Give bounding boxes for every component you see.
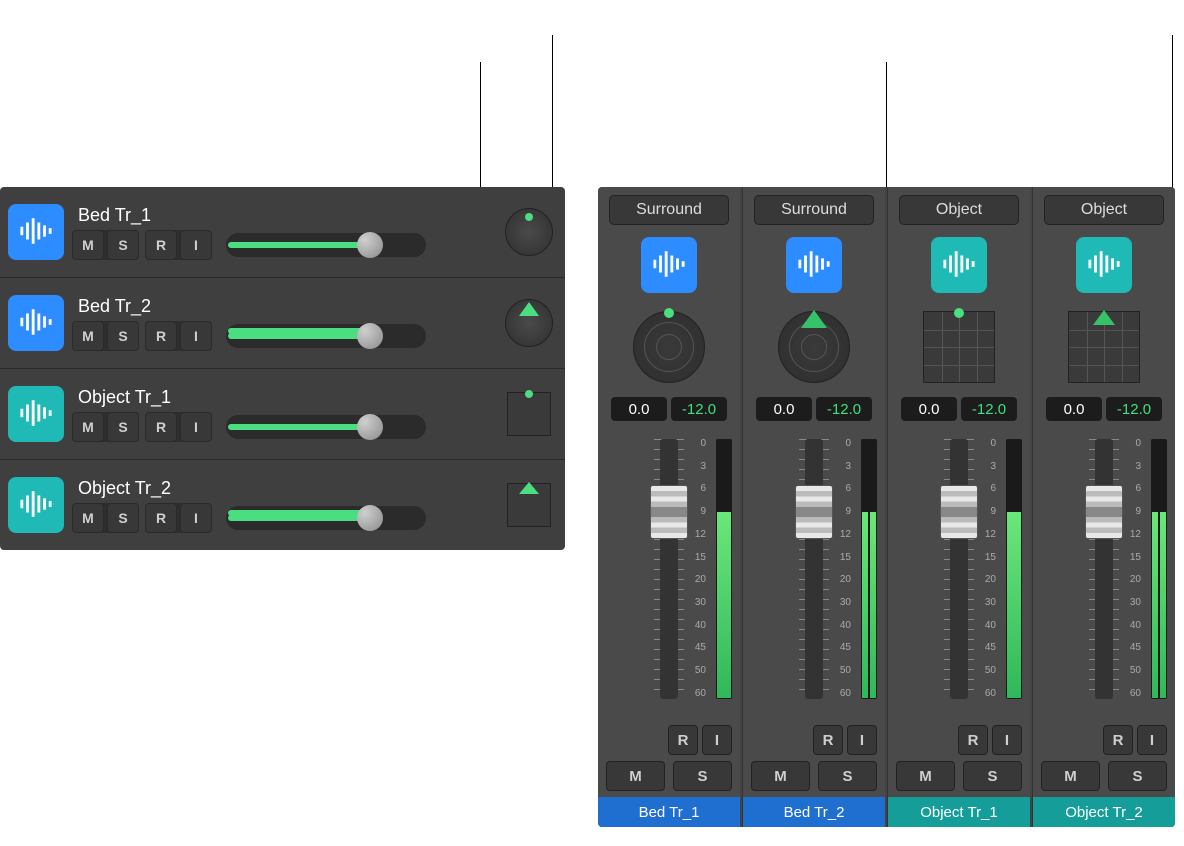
pan-control[interactable] (501, 204, 557, 260)
level-meter (1151, 439, 1167, 699)
input-monitor-button[interactable]: I (180, 230, 212, 260)
solo-button[interactable]: S (107, 503, 139, 533)
mute-button[interactable]: M (72, 412, 104, 442)
peak-readout[interactable]: -12.0 (1106, 397, 1162, 421)
input-monitor-button[interactable]: I (180, 412, 212, 442)
track-name-label[interactable]: Bed Tr_2 (72, 296, 495, 317)
track-name-label[interactable]: Object Tr_1 (72, 387, 495, 408)
mute-button[interactable]: M (72, 230, 104, 260)
pan-control[interactable] (501, 386, 557, 442)
db-scale: 03691215203040455060 (985, 439, 996, 699)
track-name-label[interactable]: Bed Tr_1 (72, 205, 495, 226)
record-enable-button[interactable]: R (958, 725, 988, 755)
output-mode-button[interactable]: Surround (754, 195, 874, 225)
input-monitor-button[interactable]: I (702, 725, 732, 755)
solo-button[interactable]: S (963, 761, 1022, 791)
volume-slider[interactable] (226, 506, 426, 530)
input-monitor-button[interactable]: I (992, 725, 1022, 755)
channel-strip: Surround 0.0 -12.0 03691215203040455060 … (598, 187, 740, 827)
track-row[interactable]: Bed Tr_2 MS RI (0, 278, 565, 369)
solo-button[interactable]: S (107, 412, 139, 442)
mute-button[interactable]: M (896, 761, 955, 791)
record-enable-button[interactable]: R (813, 725, 843, 755)
level-meter (1006, 439, 1022, 699)
audio-track-icon (8, 386, 64, 442)
channel-strip: Surround 0.0 -12.0 03691215203040455060 … (742, 187, 885, 827)
pan-control[interactable] (501, 477, 557, 533)
track-row[interactable]: Object Tr_1 MS RI (0, 369, 565, 460)
surround-panner[interactable] (778, 311, 850, 383)
volume-readout[interactable]: 0.0 (611, 397, 667, 421)
record-enable-button[interactable]: R (668, 725, 698, 755)
audio-track-icon (1076, 237, 1132, 293)
input-monitor-button[interactable]: I (847, 725, 877, 755)
record-enable-button[interactable]: R (1103, 725, 1133, 755)
mute-button[interactable]: M (72, 503, 104, 533)
peak-readout[interactable]: -12.0 (816, 397, 872, 421)
channel-name-label[interactable]: Bed Tr_1 (598, 797, 740, 827)
audio-track-icon (931, 237, 987, 293)
mute-button[interactable]: M (751, 761, 810, 791)
mute-button[interactable]: M (1041, 761, 1100, 791)
solo-button[interactable]: S (1108, 761, 1167, 791)
object-panner[interactable] (1068, 311, 1140, 383)
volume-readout[interactable]: 0.0 (756, 397, 812, 421)
audio-track-icon (8, 477, 64, 533)
volume-readout[interactable]: 0.0 (901, 397, 957, 421)
audio-track-icon (8, 204, 64, 260)
audio-track-icon (641, 237, 697, 293)
db-scale: 03691215203040455060 (1130, 439, 1141, 699)
track-list: Bed Tr_1 M S R I (0, 187, 565, 550)
level-meter (716, 439, 732, 699)
record-enable-button[interactable]: R (145, 321, 177, 351)
track-name-label[interactable]: Object Tr_2 (72, 478, 495, 499)
channel-strip: Object 0.0 -12.0 03691215203040455060 RI… (887, 187, 1030, 827)
output-mode-button[interactable]: Object (1044, 195, 1164, 225)
output-mode-button[interactable]: Object (899, 195, 1019, 225)
track-row[interactable]: Bed Tr_1 M S R I (0, 187, 565, 278)
channel-strip: Object 0.0 -12.0 03691215203040455060 RI… (1032, 187, 1175, 827)
db-scale: 03691215203040455060 (695, 439, 706, 699)
volume-fader[interactable] (660, 439, 678, 699)
peak-readout[interactable]: -12.0 (961, 397, 1017, 421)
solo-button[interactable]: S (818, 761, 877, 791)
surround-panner[interactable] (633, 311, 705, 383)
volume-fader[interactable] (950, 439, 968, 699)
solo-button[interactable]: S (107, 321, 139, 351)
solo-button[interactable]: S (107, 230, 139, 260)
volume-fader[interactable] (805, 439, 823, 699)
mute-button[interactable]: M (72, 321, 104, 351)
peak-readout[interactable]: -12.0 (671, 397, 727, 421)
mixer: Surround 0.0 -12.0 03691215203040455060 … (598, 187, 1175, 827)
mute-button[interactable]: M (606, 761, 665, 791)
audio-track-icon (8, 295, 64, 351)
volume-slider[interactable] (226, 415, 426, 439)
volume-fader[interactable] (1095, 439, 1113, 699)
volume-slider[interactable] (226, 324, 426, 348)
volume-slider[interactable] (226, 233, 426, 257)
record-enable-button[interactable]: R (145, 412, 177, 442)
pan-control[interactable] (501, 295, 557, 351)
level-meter (861, 439, 877, 699)
db-scale: 03691215203040455060 (840, 439, 851, 699)
input-monitor-button[interactable]: I (180, 503, 212, 533)
output-mode-button[interactable]: Surround (609, 195, 729, 225)
channel-name-label[interactable]: Object Tr_2 (1033, 797, 1175, 827)
record-enable-button[interactable]: R (145, 503, 177, 533)
channel-name-label[interactable]: Object Tr_1 (888, 797, 1030, 827)
input-monitor-button[interactable]: I (180, 321, 212, 351)
volume-readout[interactable]: 0.0 (1046, 397, 1102, 421)
channel-name-label[interactable]: Bed Tr_2 (743, 797, 885, 827)
record-enable-button[interactable]: R (145, 230, 177, 260)
track-row[interactable]: Object Tr_2 MS RI (0, 460, 565, 550)
audio-track-icon (786, 237, 842, 293)
solo-button[interactable]: S (673, 761, 732, 791)
input-monitor-button[interactable]: I (1137, 725, 1167, 755)
object-panner[interactable] (923, 311, 995, 383)
